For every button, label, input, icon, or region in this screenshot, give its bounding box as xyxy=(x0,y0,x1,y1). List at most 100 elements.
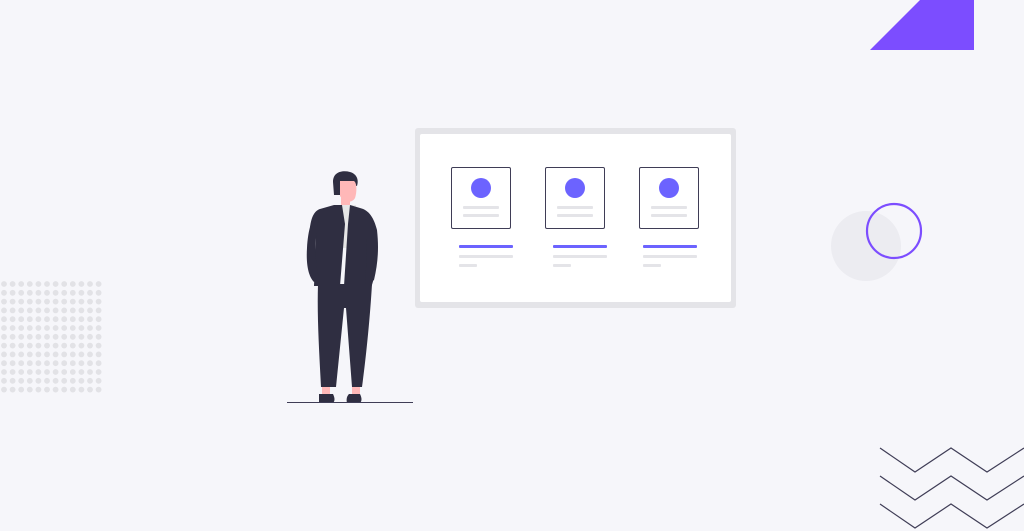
grid-dot xyxy=(52,333,59,340)
grid-dot xyxy=(35,289,42,296)
grid-dot xyxy=(95,325,102,331)
grid-dot xyxy=(87,307,93,314)
grid-dot xyxy=(87,386,93,393)
grid-dot xyxy=(78,298,85,305)
grid-dot xyxy=(44,333,50,340)
grid-dot xyxy=(9,307,16,314)
grid-dot xyxy=(69,281,76,287)
grid-dot xyxy=(61,325,68,331)
triangle-decoration xyxy=(870,0,974,50)
grid-dot xyxy=(9,298,16,305)
grid-dot xyxy=(1,289,7,296)
grid-dot xyxy=(35,307,42,314)
grid-dot xyxy=(18,377,25,384)
grid-dot xyxy=(9,360,16,367)
dot-grid-decoration xyxy=(1,281,102,393)
grid-dot xyxy=(87,325,93,331)
grid-dot xyxy=(26,342,33,349)
grid-dot xyxy=(87,351,93,358)
grid-dot xyxy=(52,369,59,375)
grid-dot xyxy=(18,316,25,323)
grid-dot xyxy=(87,289,93,296)
grid-dot xyxy=(52,386,59,393)
grid-dot xyxy=(69,333,76,340)
grid-dot xyxy=(78,325,85,331)
card-caption-line xyxy=(643,264,661,267)
grid-dot xyxy=(9,351,16,358)
grid-dot xyxy=(44,342,50,349)
grid-dot xyxy=(61,289,68,296)
grid-dot xyxy=(87,360,93,367)
grid-dot xyxy=(61,333,68,340)
card-caption-line xyxy=(553,264,571,267)
grid-dot xyxy=(78,281,85,287)
grid-dot xyxy=(69,386,76,393)
grid-dot xyxy=(52,351,59,358)
grid-dot xyxy=(35,369,42,375)
grid-dot xyxy=(95,307,102,314)
grid-dot xyxy=(1,342,7,349)
grid-dot xyxy=(26,307,33,314)
grid-dot xyxy=(44,360,50,367)
grid-dot xyxy=(78,369,85,375)
grid-dot xyxy=(44,289,50,296)
grid-dot xyxy=(1,333,7,340)
grid-dot xyxy=(1,377,7,384)
ground-line xyxy=(287,402,413,404)
grid-dot xyxy=(78,377,85,384)
grid-dot xyxy=(18,298,25,305)
board-panel xyxy=(420,134,731,302)
grid-dot xyxy=(69,342,76,349)
grid-dot xyxy=(26,298,33,305)
grid-dot xyxy=(18,307,25,314)
zigzag-decoration xyxy=(879,447,1024,529)
circle-decoration xyxy=(831,202,923,281)
profile-card xyxy=(639,167,699,229)
grid-dot xyxy=(78,289,85,296)
card-text-line xyxy=(557,214,593,217)
grid-dot xyxy=(95,386,102,393)
grid-dot xyxy=(69,325,76,331)
grid-dot xyxy=(44,386,50,393)
avatar-icon xyxy=(471,178,491,198)
grid-dot xyxy=(95,360,102,367)
grid-dot xyxy=(87,377,93,384)
grid-dot xyxy=(26,289,33,296)
grid-dot xyxy=(78,307,85,314)
grid-dot xyxy=(18,342,25,349)
grid-dot xyxy=(52,325,59,331)
grid-dot xyxy=(95,342,102,349)
card-caption-line xyxy=(553,255,607,258)
hero-illustration xyxy=(0,0,1024,531)
grid-dot xyxy=(44,307,50,314)
grid-dot xyxy=(9,289,16,296)
profile-board xyxy=(415,128,736,308)
grid-dot xyxy=(69,316,76,323)
grid-dot xyxy=(9,316,16,323)
grid-dot xyxy=(44,351,50,358)
grid-dot xyxy=(87,316,93,323)
grid-dot xyxy=(52,307,59,314)
grid-dot xyxy=(44,325,50,331)
grid-dot xyxy=(18,289,25,296)
grid-dot xyxy=(35,360,42,367)
grid-dot xyxy=(69,298,76,305)
card-caption-line xyxy=(459,264,477,267)
grid-dot xyxy=(95,377,102,384)
grid-dot xyxy=(26,360,33,367)
card-caption-line xyxy=(459,255,513,258)
grid-dot xyxy=(61,316,68,323)
grid-dot xyxy=(69,377,76,384)
grid-dot xyxy=(18,325,25,331)
grid-dot xyxy=(9,386,16,393)
grid-dot xyxy=(26,281,33,287)
grid-dot xyxy=(87,369,93,375)
grid-dot xyxy=(9,342,16,349)
grid-dot xyxy=(61,377,68,384)
grid-dot xyxy=(44,281,50,287)
grid-dot xyxy=(61,307,68,314)
grid-dot xyxy=(69,369,76,375)
grid-dot xyxy=(61,342,68,349)
grid-dot xyxy=(95,289,102,296)
grid-dot xyxy=(61,386,68,393)
